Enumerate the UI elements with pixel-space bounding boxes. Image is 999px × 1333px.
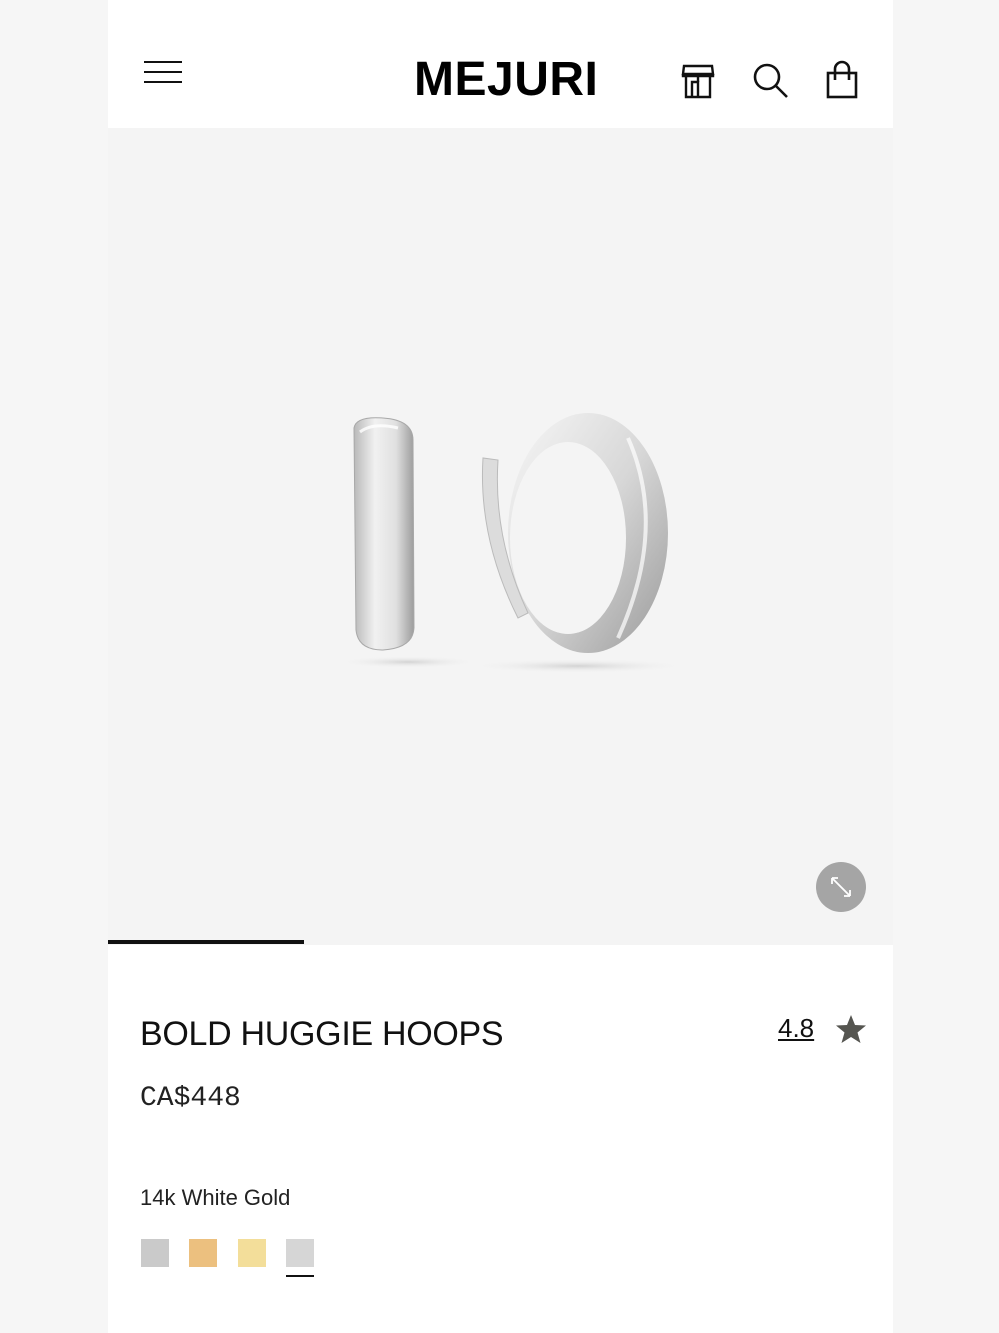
swatch-light-gold[interactable] [238,1239,266,1267]
brand-logo[interactable]: MEJURI [414,52,598,108]
swatch-yellow-gold[interactable] [189,1239,217,1267]
site-header: MEJURI [108,0,893,128]
store-icon[interactable] [678,60,718,100]
page-frame: MEJURI BOLD HUGGIE HOOPS 4.8 CA$448 14k … [108,0,893,1333]
product-price: CA$448 [140,1083,241,1114]
menu-icon-line [144,61,182,63]
menu-icon-line [144,71,182,73]
material-swatches [141,1239,341,1283]
product-title: BOLD HUGGIE HOOPS [140,1015,504,1053]
bag-icon[interactable] [822,60,862,100]
swatch-silver[interactable] [141,1239,169,1267]
menu-icon-line [144,81,182,83]
selected-material-label: 14k White Gold [140,1185,291,1210]
swatch-white-gold[interactable] [286,1239,314,1267]
search-icon[interactable] [750,60,790,100]
expand-image-button[interactable] [816,862,866,912]
product-rating[interactable]: 4.8 [778,1013,814,1044]
product-image [338,413,688,673]
star-icon[interactable] [835,1013,867,1045]
product-info: BOLD HUGGIE HOOPS 4.8 CA$448 14k White G… [108,945,893,1333]
product-gallery[interactable] [108,128,893,945]
menu-button[interactable] [144,58,184,88]
gallery-progress-bar [108,940,304,944]
expand-icon [831,877,851,897]
selected-swatch-indicator [286,1275,314,1277]
